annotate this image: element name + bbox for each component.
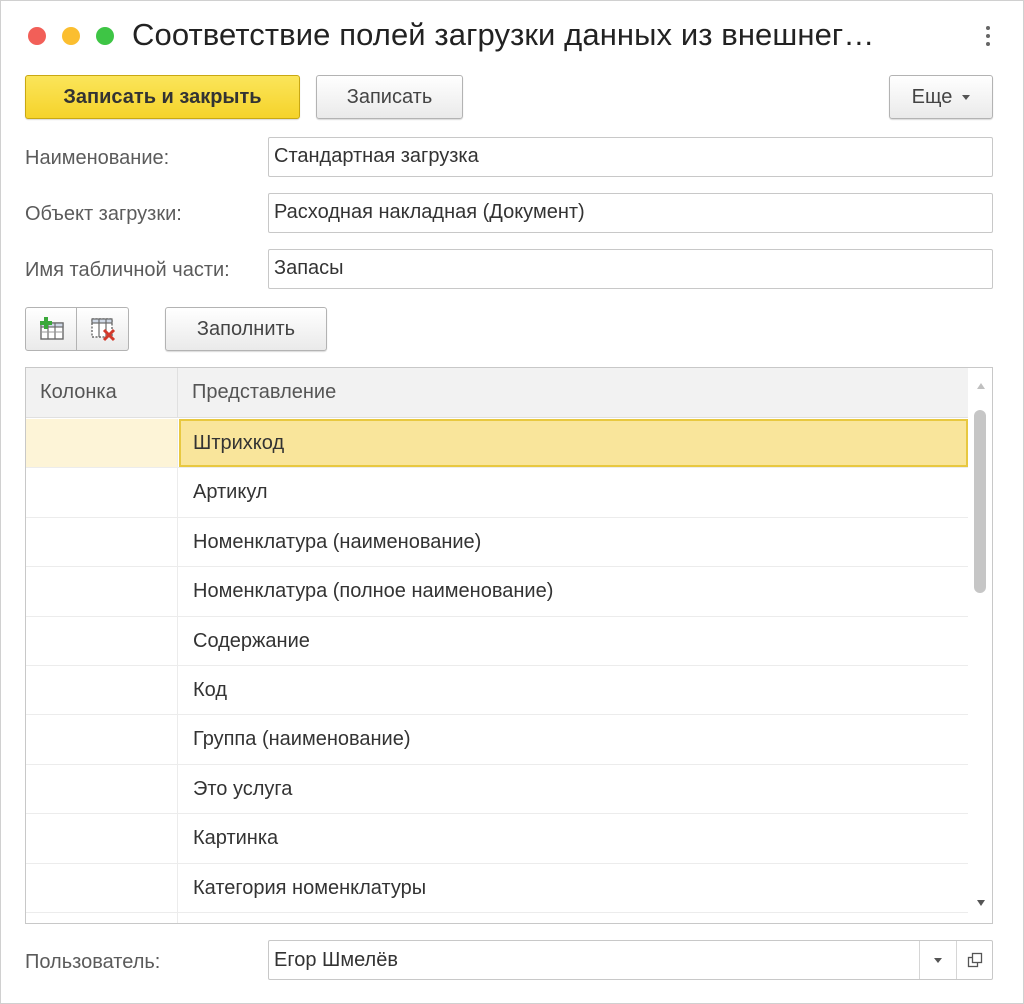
table-row[interactable]: Содержание: [26, 616, 968, 666]
table-row[interactable]: [26, 912, 968, 923]
fill-button[interactable]: Заполнить: [165, 307, 327, 351]
cell-column[interactable]: [26, 814, 178, 863]
cell-representation[interactable]: Номенклатура (полное наименование): [179, 567, 968, 615]
table-scrollbar[interactable]: [970, 368, 992, 923]
table-body: Штрихкод Артикул Номенклатура (наименова…: [26, 419, 968, 923]
more-button[interactable]: Еще: [889, 75, 993, 119]
save-and-close-button[interactable]: Записать и закрыть: [25, 75, 300, 119]
cell-representation[interactable]: Содержание: [179, 617, 968, 665]
scroll-up-arrow-icon[interactable]: [977, 383, 985, 389]
cell-column[interactable]: [26, 912, 178, 923]
cell-representation[interactable]: Это услуга: [179, 765, 968, 813]
object-label: Объект загрузки:: [25, 203, 182, 225]
cell-representation[interactable]: Группа (наименование): [179, 715, 968, 763]
open-in-window-icon: [967, 952, 982, 968]
more-vertical-icon[interactable]: [984, 26, 992, 48]
cell-column[interactable]: [26, 517, 178, 567]
user-label: Пользователь:: [25, 951, 161, 973]
delete-column-icon: [90, 318, 115, 342]
cell-representation[interactable]: Штрихкод: [179, 419, 968, 468]
user-value: Егор Шмелёв: [274, 949, 398, 971]
fields-table: Колонка Представление Штрихкод Артикул Н…: [25, 367, 993, 924]
cell-column[interactable]: [26, 567, 178, 616]
maximize-window-button[interactable]: [96, 27, 114, 45]
window-title: Соответствие полей загрузки данных из вн…: [132, 17, 875, 52]
table-row[interactable]: Картинка: [26, 814, 968, 864]
delete-column-button[interactable]: [77, 307, 129, 351]
user-open-button[interactable]: [956, 941, 992, 979]
add-column-button[interactable]: [25, 307, 77, 351]
table-row[interactable]: Номенклатура (наименование): [26, 517, 968, 568]
name-label: Наименование:: [25, 147, 170, 169]
scroll-down-arrow-icon[interactable]: [977, 900, 985, 906]
cell-representation[interactable]: Код: [179, 666, 968, 714]
user-dropdown-button[interactable]: [919, 941, 956, 979]
cell-representation[interactable]: Категория номенклатуры: [179, 864, 968, 912]
object-field[interactable]: Расходная накладная (Документ): [268, 193, 993, 233]
cell-column[interactable]: [26, 419, 178, 468]
cell-column[interactable]: [26, 764, 178, 814]
save-button[interactable]: Записать: [316, 75, 463, 119]
user-field[interactable]: Егор Шмелёв: [268, 940, 993, 980]
close-window-button[interactable]: [28, 27, 46, 45]
table-row[interactable]: Артикул: [26, 468, 968, 518]
cell-representation[interactable]: Картинка: [179, 814, 968, 862]
table-row[interactable]: Номенклатура (полное наименование): [26, 567, 968, 617]
table-row[interactable]: Категория номенклатуры: [26, 863, 968, 913]
minimize-window-button[interactable]: [62, 27, 80, 45]
tabular-field[interactable]: Запасы: [268, 249, 993, 289]
more-button-label: Еще: [911, 85, 953, 108]
title-bar: Соответствие полей загрузки данных из вн…: [1, 1, 1023, 71]
chevron-down-icon: [934, 957, 942, 963]
chevron-down-icon: [962, 94, 971, 100]
table-row[interactable]: Код: [26, 665, 968, 716]
cell-column[interactable]: [26, 665, 178, 715]
cell-representation[interactable]: [179, 913, 968, 923]
column-header-column[interactable]: Колонка: [26, 368, 178, 418]
column-header-representation[interactable]: Представление: [178, 368, 968, 418]
form-window: Соответствие полей загрузки данных из вн…: [0, 0, 1024, 1004]
tabular-label: Имя табличной части:: [25, 259, 230, 281]
cell-column[interactable]: [26, 616, 178, 665]
cell-column[interactable]: [26, 715, 178, 764]
cell-column[interactable]: [26, 468, 178, 517]
table-header: Колонка Представление: [26, 368, 968, 418]
scrollbar-thumb[interactable]: [974, 410, 986, 593]
table-row[interactable]: Группа (наименование): [26, 715, 968, 765]
cell-column[interactable]: [26, 863, 178, 912]
table-row[interactable]: Это услуга: [26, 764, 968, 815]
cell-representation[interactable]: Номенклатура (наименование): [179, 518, 968, 566]
add-column-icon: [40, 317, 64, 340]
table-row[interactable]: Штрихкод: [26, 419, 968, 469]
cell-representation[interactable]: Артикул: [179, 468, 968, 516]
name-field[interactable]: Стандартная загрузка: [268, 137, 993, 177]
